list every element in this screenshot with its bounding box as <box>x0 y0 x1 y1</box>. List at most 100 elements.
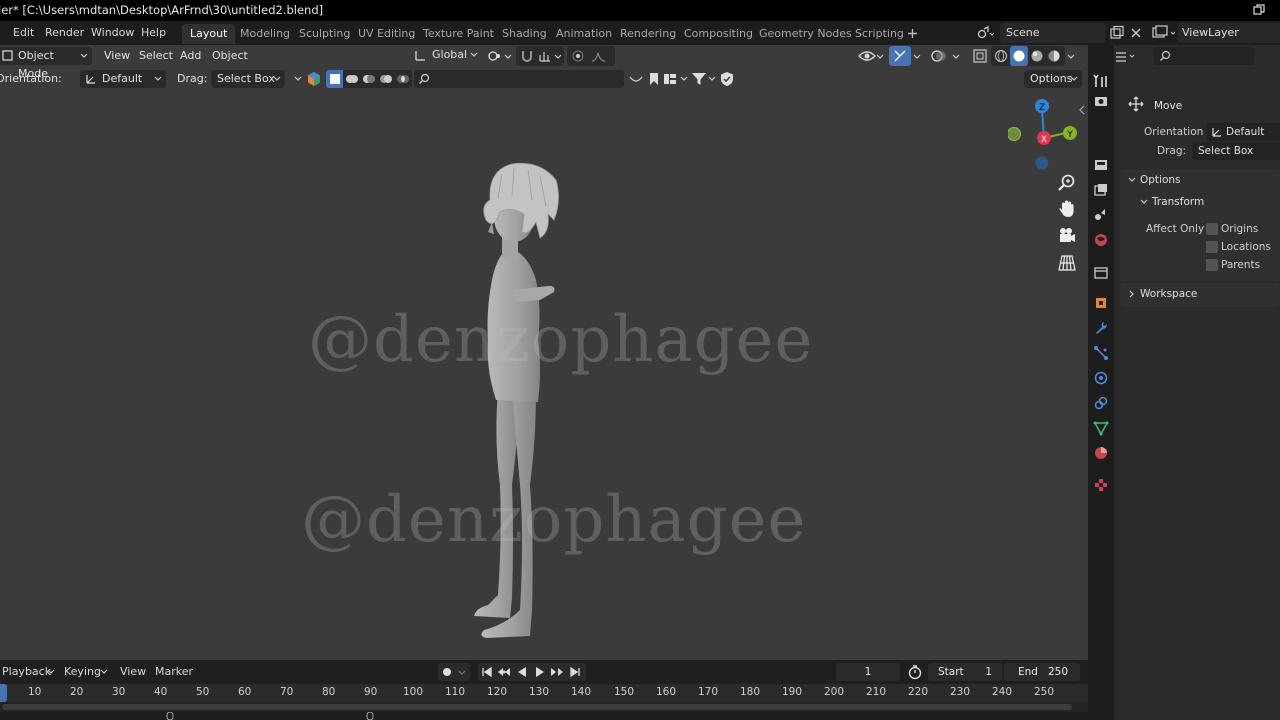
physics-tab-icon[interactable] <box>1093 370 1109 386</box>
data-mesh-tab-icon[interactable] <box>1093 420 1109 436</box>
play-icon[interactable] <box>534 666 546 678</box>
menu-add[interactable]: Add <box>180 47 201 65</box>
timeline-scroll-thumb[interactable] <box>2 704 1072 710</box>
pan-hand-icon[interactable] <box>1056 198 1078 220</box>
menu-render[interactable]: Render <box>45 21 84 45</box>
select-subtract-icon[interactable] <box>363 73 375 85</box>
origins-checkbox[interactable] <box>1206 223 1218 235</box>
falloff-curve-icon[interactable] <box>591 49 607 63</box>
chevron-down-icon[interactable] <box>47 669 55 675</box>
workspace-panel-title[interactable]: Workspace <box>1140 288 1197 300</box>
locations-checkbox[interactable] <box>1206 241 1218 253</box>
layout-icon[interactable] <box>662 71 678 87</box>
tab-layout[interactable]: Layout <box>182 24 236 44</box>
chevron-down-icon[interactable] <box>1067 54 1075 60</box>
world-tab-icon[interactable] <box>1093 232 1109 248</box>
tab-geometry-nodes[interactable]: Geometry Nodes <box>751 24 860 44</box>
props-orientation-dropdown[interactable]: Default <box>1206 123 1280 141</box>
snap-increment-icon[interactable] <box>538 49 552 63</box>
tab-sculpting[interactable]: Sculpting <box>291 24 358 44</box>
shading-mode-group[interactable] <box>991 46 1065 66</box>
select-new-icon[interactable] <box>329 73 341 85</box>
object-type-icon[interactable] <box>306 71 322 87</box>
magnet-icon[interactable] <box>520 49 534 63</box>
view-layer-tab-icon[interactable] <box>1093 182 1109 198</box>
timeline-editor[interactable]: Playback Keying View Marker 1 Start 1 En… <box>0 660 1088 720</box>
curve-toggle-icon[interactable] <box>628 71 644 87</box>
chevron-down-icon[interactable] <box>952 54 960 60</box>
start-frame-field[interactable]: Start 1 <box>928 663 1002 681</box>
bookmark-icon[interactable] <box>646 71 662 87</box>
object-tab-icon[interactable] <box>1093 295 1109 311</box>
rendered-shading-icon[interactable] <box>1047 49 1061 63</box>
scene-name-field[interactable]: Scene <box>1000 23 1106 43</box>
scene-tab-icon[interactable] <box>1093 207 1109 223</box>
chevron-down-icon[interactable] <box>708 76 716 82</box>
timeline-scrollbar[interactable] <box>0 702 1088 712</box>
zoom-icon[interactable] <box>1056 172 1078 194</box>
collection-tab-icon[interactable] <box>1093 265 1109 281</box>
scene-icon[interactable] <box>976 25 994 41</box>
sidebar-expand-chevron-icon[interactable] <box>1078 105 1086 115</box>
texture-tab-icon[interactable] <box>1093 477 1109 493</box>
transform-subpanel-title[interactable]: Transform <box>1152 196 1204 208</box>
timeline-menu-view[interactable]: View <box>120 660 146 684</box>
select-difference-icon[interactable] <box>380 73 392 85</box>
options-panel-title[interactable]: Options <box>1140 174 1181 186</box>
material-tab-icon[interactable] <box>1093 445 1109 461</box>
chevron-down-icon[interactable] <box>680 76 688 82</box>
delete-scene-icon[interactable] <box>1129 26 1143 40</box>
transform-orientation-dropdown[interactable]: Global <box>410 46 480 64</box>
solid-shading-icon[interactable] <box>1012 49 1026 63</box>
tab-compositing[interactable]: Compositing <box>676 24 761 44</box>
timeline-menu-marker[interactable]: Marker <box>155 660 193 684</box>
menu-view[interactable]: View <box>104 47 130 65</box>
chevron-down-icon[interactable] <box>876 54 884 60</box>
proportional-edit-group[interactable] <box>567 46 615 66</box>
render-tab-icon[interactable] <box>1093 93 1109 109</box>
select-extend-icon[interactable] <box>346 73 358 85</box>
end-frame-field[interactable]: End 250 <box>1004 663 1080 681</box>
playhead[interactable] <box>0 684 7 702</box>
chevron-down-icon[interactable] <box>504 54 512 60</box>
editor-type-icon[interactable] <box>1102 51 1142 63</box>
timeline-menu-keying[interactable]: Keying <box>64 660 101 684</box>
material-shading-icon[interactable] <box>1030 49 1044 63</box>
snap-toggle-group[interactable] <box>516 46 564 66</box>
menu-window[interactable]: Window <box>91 21 134 45</box>
tab-modeling[interactable]: Modeling <box>232 24 298 44</box>
tab-rendering[interactable]: Rendering <box>612 24 684 44</box>
output-tab-icon[interactable] <box>1093 157 1109 173</box>
gizmo-toggle-button[interactable] <box>889 46 911 66</box>
tab-uv-editing[interactable]: UV Editing <box>350 24 423 44</box>
options-dropdown[interactable]: Options <box>1024 70 1082 88</box>
chevron-down-icon[interactable] <box>294 76 302 82</box>
play-reverse-icon[interactable] <box>516 666 528 678</box>
plus-icon[interactable] <box>907 28 918 39</box>
props-drag-dropdown[interactable]: Select Box <box>1192 142 1280 160</box>
properties-search-field[interactable] <box>1154 47 1254 65</box>
tab-scripting[interactable]: Scripting <box>847 24 912 44</box>
tab-shading[interactable]: Shading <box>494 24 555 44</box>
record-button[interactable] <box>438 663 470 681</box>
menu-object[interactable]: Object <box>212 47 248 65</box>
timeline-menu-playback[interactable]: Playback <box>2 660 51 684</box>
menu-help[interactable]: Help <box>141 21 166 45</box>
current-frame-field[interactable]: 1 <box>836 663 900 681</box>
tab-animation[interactable]: Animation <box>548 24 620 44</box>
drag-dropdown[interactable]: Select Box <box>211 70 285 88</box>
constraints-tab-icon[interactable] <box>1093 395 1109 411</box>
modifier-wrench-icon[interactable] <box>1093 320 1109 336</box>
object-mode-dropdown[interactable]: Object Mode <box>0 47 92 80</box>
camera-view-icon[interactable] <box>1056 225 1078 247</box>
new-scene-icon[interactable] <box>1109 25 1125 41</box>
orientation-dropdown[interactable]: Default <box>80 70 166 88</box>
wireframe-shading-icon[interactable] <box>994 49 1008 63</box>
viewlayer-name-field[interactable]: ViewLayer <box>1178 23 1280 43</box>
filter-icon[interactable] <box>691 71 707 87</box>
xray-toggle-icon[interactable] <box>972 48 988 64</box>
parents-checkbox[interactable] <box>1206 259 1218 271</box>
character-model[interactable] <box>440 140 580 640</box>
chevron-down-icon[interactable] <box>913 54 921 60</box>
menu-select[interactable]: Select <box>139 47 173 65</box>
